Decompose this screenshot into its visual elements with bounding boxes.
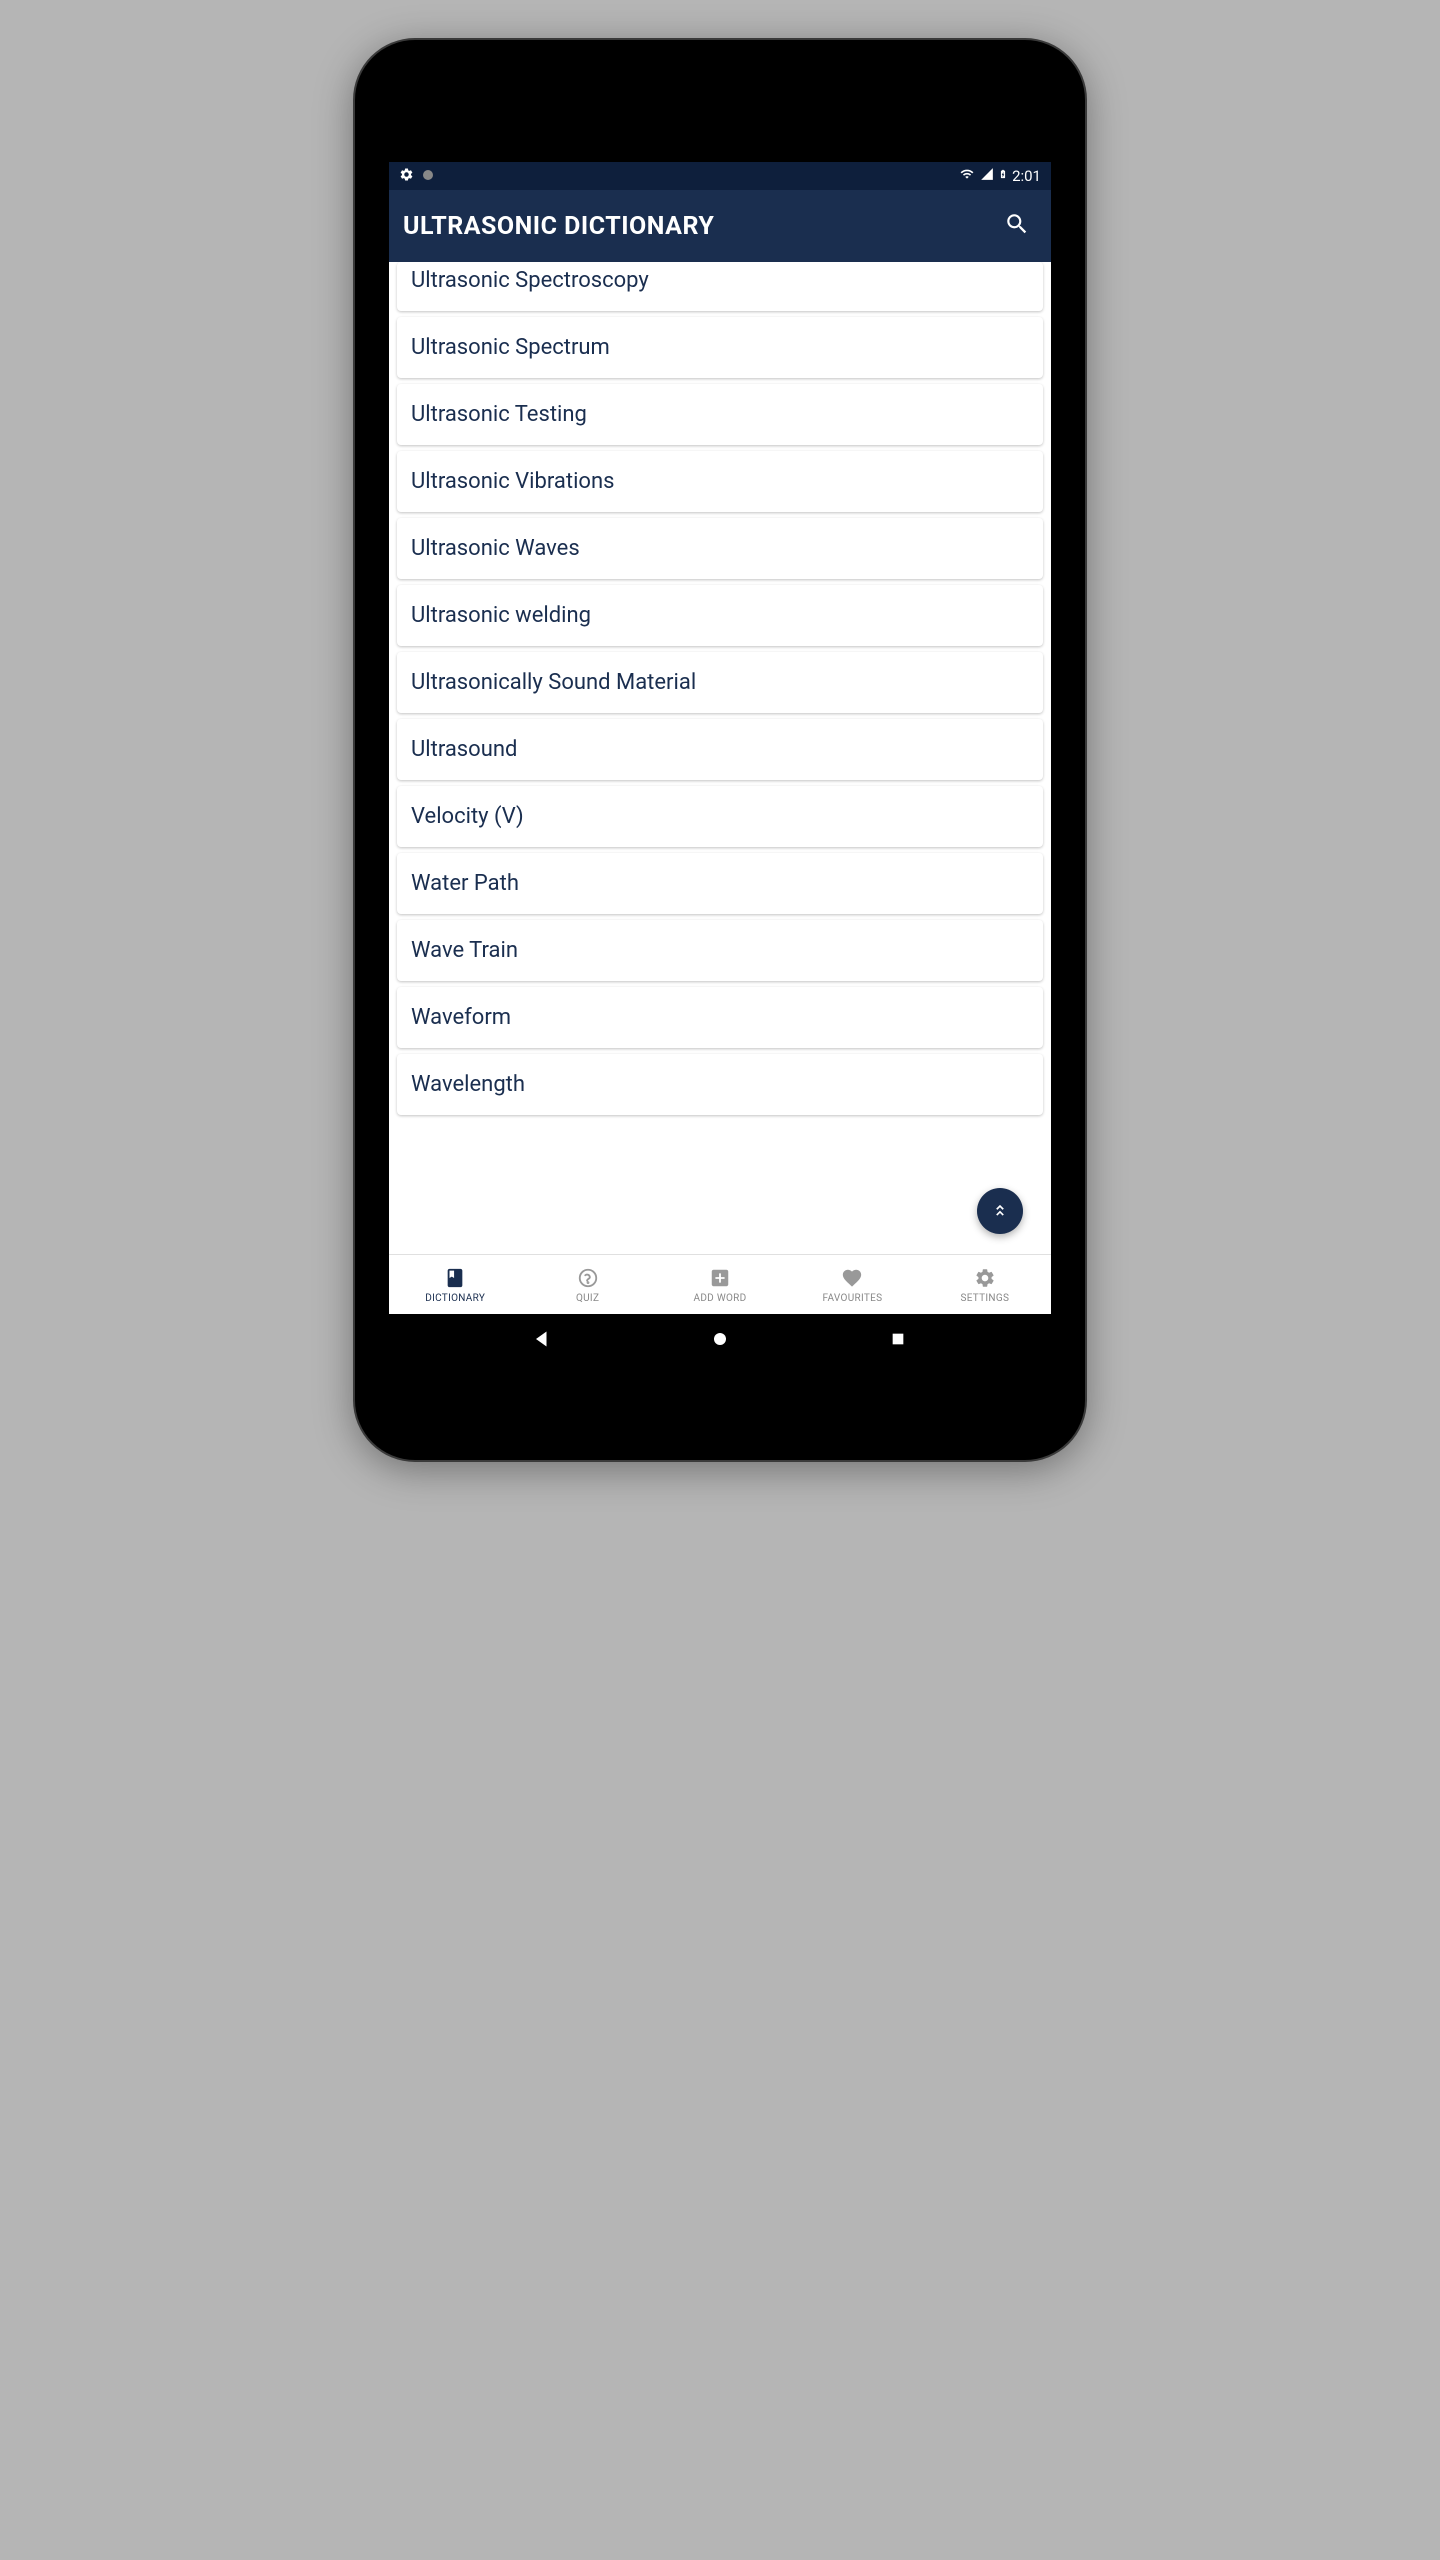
list-item[interactable]: Ultrasonic Spectroscopy [397, 262, 1043, 311]
screen: 2:01 ULTRASONIC DICTIONARY Ultrasonic Sp… [389, 162, 1051, 1364]
status-bar: 2:01 [389, 162, 1051, 190]
nav-settings[interactable]: SETTINGS [919, 1265, 1051, 1304]
phone-inner: 2:01 ULTRASONIC DICTIONARY Ultrasonic Sp… [367, 52, 1073, 1448]
list-item[interactable]: Ultrasonic Spectrum [397, 317, 1043, 378]
status-time: 2:01 [1012, 167, 1041, 185]
nav-label: DICTIONARY [425, 1293, 485, 1304]
list-item-label: Ultrasonic welding [411, 603, 591, 628]
help-icon [575, 1265, 601, 1291]
nav-label: ADD WORD [694, 1293, 747, 1304]
heart-icon [839, 1265, 865, 1291]
book-icon [442, 1265, 468, 1291]
nav-dictionary[interactable]: DICTIONARY [389, 1265, 521, 1304]
list-item-label: Ultrasonic Waves [411, 536, 580, 561]
phone-frame: 2:01 ULTRASONIC DICTIONARY Ultrasonic Sp… [355, 40, 1085, 1460]
list-item[interactable]: Velocity (V) [397, 786, 1043, 847]
list-item-label: Ultrasonic Testing [411, 402, 587, 427]
search-icon [1004, 211, 1030, 241]
list-item-label: Wave Train [411, 938, 518, 963]
list-item-label: Ultrasound [411, 737, 517, 762]
android-recent-button[interactable] [873, 1314, 923, 1364]
android-home-button[interactable] [695, 1314, 745, 1364]
list-item[interactable]: Ultrasonic welding [397, 585, 1043, 646]
nav-quiz[interactable]: QUIZ [521, 1265, 653, 1304]
status-left [399, 167, 434, 186]
list-item-label: Ultrasonic Spectrum [411, 335, 610, 360]
wifi-icon [958, 167, 976, 185]
signal-icon [980, 167, 994, 185]
list-item-label: Water Path [411, 871, 519, 896]
gear-icon [399, 167, 414, 186]
list-item-label: Ultrasonically Sound Material [411, 670, 696, 695]
list-item[interactable]: Ultrasonic Vibrations [397, 451, 1043, 512]
list-item-label: Waveform [411, 1005, 511, 1030]
gear-icon [972, 1265, 998, 1291]
nav-label: QUIZ [576, 1293, 599, 1304]
app-bar: ULTRASONIC DICTIONARY [389, 190, 1051, 262]
list-item[interactable]: Waveform [397, 987, 1043, 1048]
bottom-nav: DICTIONARY QUIZ ADD WORD [389, 1254, 1051, 1314]
list-item-label: Velocity (V) [411, 804, 524, 829]
list-item-label: Ultrasonic Vibrations [411, 469, 614, 494]
list-item-label: Wavelength [411, 1072, 525, 1097]
nav-label: SETTINGS [960, 1293, 1009, 1304]
status-right: 2:01 [958, 166, 1041, 186]
list-item[interactable]: Ultrasonically Sound Material [397, 652, 1043, 713]
android-back-button[interactable] [517, 1314, 567, 1364]
battery-icon [998, 166, 1008, 186]
android-nav-bar [389, 1314, 1051, 1364]
nav-add-word[interactable]: ADD WORD [654, 1265, 786, 1304]
nav-label: FAVOURITES [823, 1293, 883, 1304]
search-button[interactable] [997, 206, 1037, 246]
list-item[interactable]: Wave Train [397, 920, 1043, 981]
app-title: ULTRASONIC DICTIONARY [403, 212, 714, 241]
list-item[interactable]: Ultrasonic Testing [397, 384, 1043, 445]
nav-favourites[interactable]: FAVOURITES [786, 1265, 918, 1304]
plus-icon [707, 1265, 733, 1291]
scroll-top-fab[interactable] [977, 1188, 1023, 1234]
chevron-up-double-icon [990, 1199, 1010, 1223]
circle-icon [422, 167, 434, 185]
list-item[interactable]: Ultrasonic Waves [397, 518, 1043, 579]
list-item[interactable]: Wavelength [397, 1054, 1043, 1115]
list-item[interactable]: Ultrasound [397, 719, 1043, 780]
dictionary-list[interactable]: Ultrasonic Spectroscopy Ultrasonic Spect… [389, 262, 1051, 1254]
list-item-label: Ultrasonic Spectroscopy [411, 268, 649, 293]
list-item[interactable]: Water Path [397, 853, 1043, 914]
